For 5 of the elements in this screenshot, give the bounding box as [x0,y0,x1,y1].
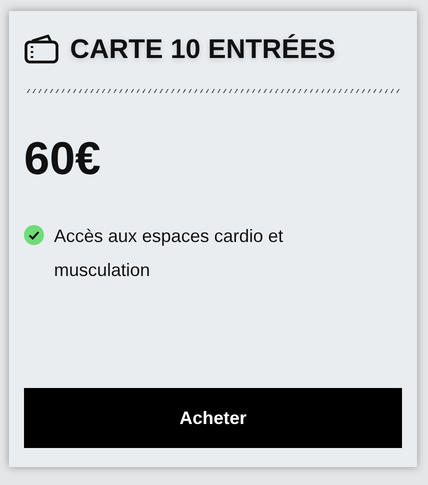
ticket-icon [24,33,60,65]
feature-text: Accès aux espaces cardio et musculation [54,225,284,282]
card-title: CARTE 10 ENTRÉES [70,34,336,64]
price: 60€ [24,131,102,185]
buy-button[interactable]: Acheter [24,388,402,448]
